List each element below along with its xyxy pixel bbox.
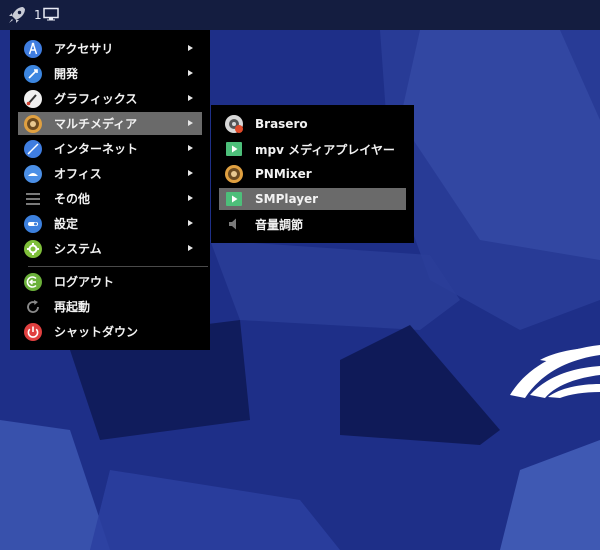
submenu-arrow-icon xyxy=(188,120,193,126)
monitor-icon xyxy=(42,7,59,24)
top-panel: 1 xyxy=(0,0,600,30)
menu-item-label: インターネット xyxy=(54,142,139,156)
mpv-icon xyxy=(224,139,244,159)
menu-item-label: 設定 xyxy=(54,217,79,231)
settings-icon xyxy=(23,214,43,234)
submenu-arrow-icon xyxy=(188,245,193,251)
submenu-item-brasero[interactable]: Brasero xyxy=(219,113,406,135)
internet-icon xyxy=(23,139,43,159)
rocket-icon[interactable] xyxy=(6,4,28,26)
submenu-item-mpv[interactable]: mpv メディアプレイヤー xyxy=(219,138,406,160)
menu-item-multimedia[interactable]: マルチメディア xyxy=(18,112,202,135)
graphics-icon xyxy=(23,89,43,109)
workspace-switcher[interactable]: 1 xyxy=(34,6,59,24)
menu-item-other[interactable]: その他 xyxy=(18,187,202,210)
application-menu: アクセサリ 開発 グラフィックス マルチメディア インターネット オフィス その… xyxy=(10,30,210,350)
accessories-icon xyxy=(23,39,43,59)
submenu-arrow-icon xyxy=(188,145,193,151)
submenu-arrow-icon xyxy=(188,170,193,176)
pnmixer-icon xyxy=(224,164,244,184)
office-icon xyxy=(23,164,43,184)
menu-item-label: システム xyxy=(54,242,102,256)
submenu-arrow-icon xyxy=(188,45,193,51)
system-icon xyxy=(23,239,43,259)
menu-item-office[interactable]: オフィス xyxy=(18,162,202,185)
menu-item-label: アクセサリ xyxy=(54,42,114,56)
menu-item-label: グラフィックス xyxy=(54,92,138,106)
submenu-arrow-icon xyxy=(188,195,193,201)
menu-item-label: 開発 xyxy=(54,67,79,81)
submenu-item-volume[interactable]: 音量調節 xyxy=(219,213,406,235)
submenu-arrow-icon xyxy=(188,70,193,76)
menu-separator xyxy=(28,266,208,267)
menu-item-graphics[interactable]: グラフィックス xyxy=(18,87,202,110)
menu-item-label: ログアウト xyxy=(54,275,115,289)
other-icon xyxy=(23,189,43,209)
menu-item-label: マルチメディア xyxy=(54,117,138,131)
multimedia-submenu: Brasero mpv メディアプレイヤー PNMixer SMPlayer 音… xyxy=(211,105,414,243)
menu-item-label: その他 xyxy=(54,192,91,206)
menu-item-development[interactable]: 開発 xyxy=(18,62,202,85)
submenu-item-smplayer[interactable]: SMPlayer xyxy=(219,188,406,210)
menu-item-settings[interactable]: 設定 xyxy=(18,212,202,235)
menu-item-internet[interactable]: インターネット xyxy=(18,137,202,160)
workspace-number: 1 xyxy=(34,8,42,22)
shutdown-icon xyxy=(23,322,43,342)
submenu-item-label: 音量調節 xyxy=(255,217,304,232)
multimedia-icon xyxy=(23,114,43,134)
menu-item-shutdown[interactable]: シャットダウン xyxy=(18,320,202,343)
menu-item-label: オフィス xyxy=(54,167,102,181)
menu-item-system[interactable]: システム xyxy=(18,237,202,260)
brasero-icon xyxy=(224,114,244,134)
submenu-item-label: Brasero xyxy=(255,117,308,131)
menu-item-label: シャットダウン xyxy=(54,325,139,339)
menu-item-logout[interactable]: ログアウト xyxy=(18,270,202,293)
development-icon xyxy=(23,64,43,84)
menu-item-accessories[interactable]: アクセサリ xyxy=(18,37,202,60)
submenu-arrow-icon xyxy=(188,220,193,226)
volume-icon xyxy=(224,214,244,234)
submenu-item-label: PNMixer xyxy=(255,167,312,181)
logout-icon xyxy=(23,272,43,292)
reboot-icon xyxy=(23,297,43,317)
menu-item-label: 再起動 xyxy=(54,300,91,314)
submenu-arrow-icon xyxy=(188,95,193,101)
submenu-item-label: SMPlayer xyxy=(255,192,319,206)
smplayer-icon xyxy=(224,189,244,209)
menu-item-reboot[interactable]: 再起動 xyxy=(18,295,202,318)
submenu-item-pnmixer[interactable]: PNMixer xyxy=(219,163,406,185)
submenu-item-label: mpv メディアプレイヤー xyxy=(255,142,395,157)
